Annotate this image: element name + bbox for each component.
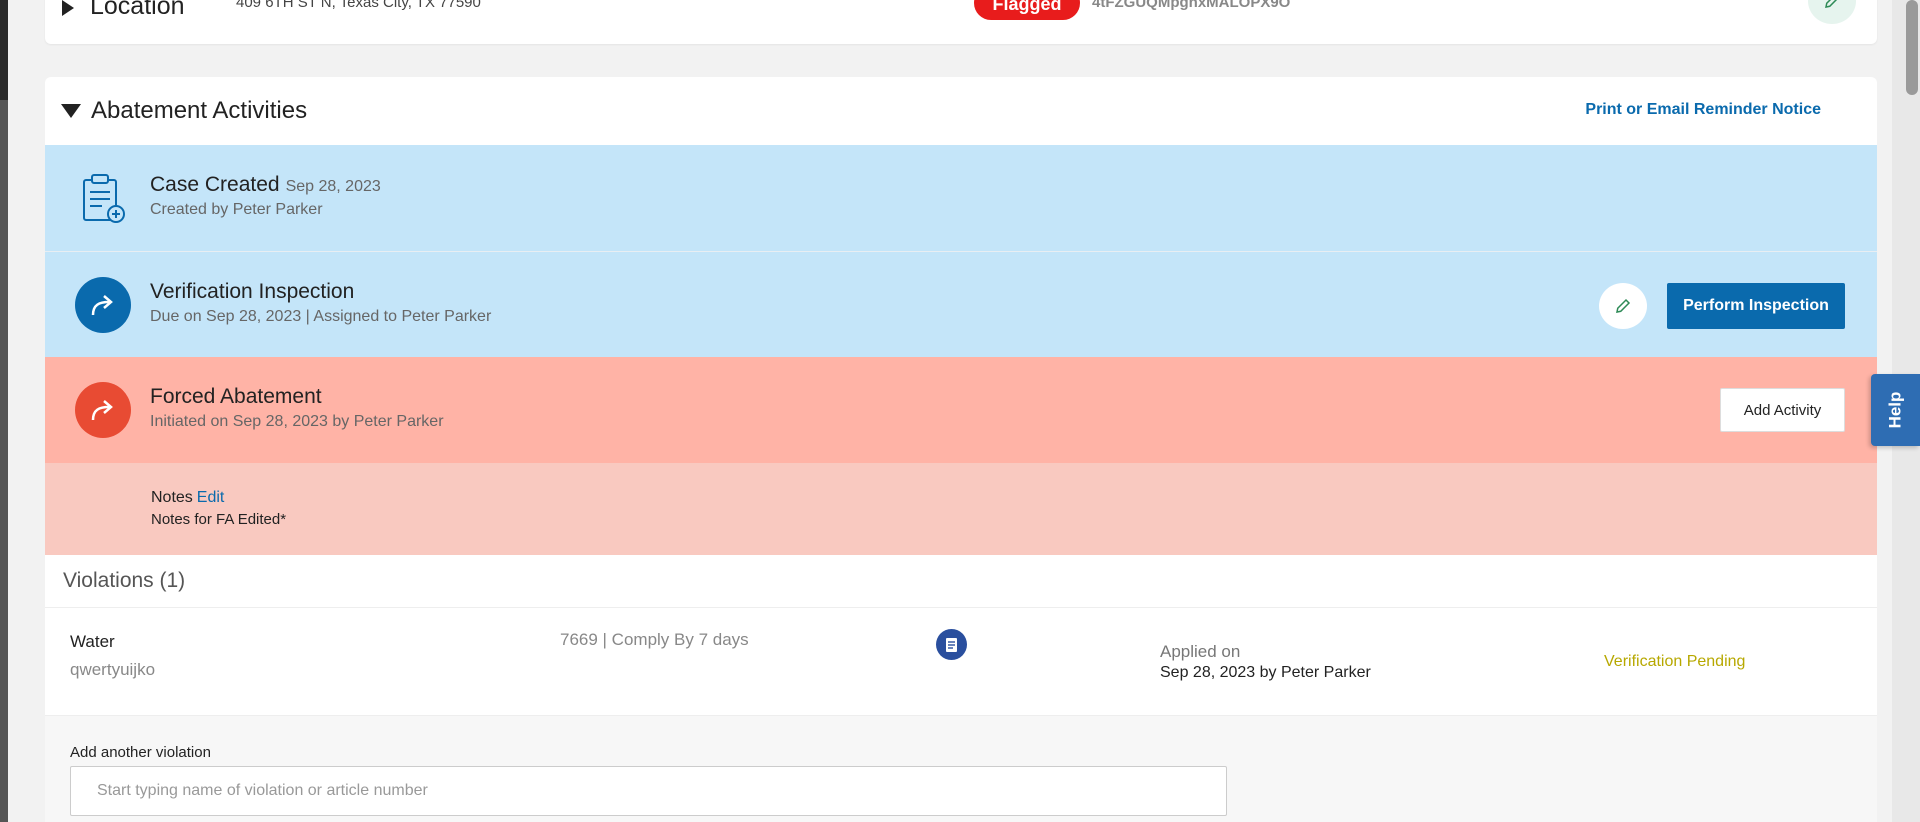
add-activity-button[interactable]: Add Activity	[1720, 388, 1845, 432]
activity-subtitle: Initiated on Sep 28, 2023 by Peter Parke…	[150, 413, 444, 430]
activity-case-created: Case Created Sep 28, 2023 Created by Pete…	[45, 145, 1877, 251]
activity-title-text: Case Created	[150, 173, 280, 196]
perform-inspection-button[interactable]: Perform Inspection	[1667, 283, 1845, 329]
flagged-badge: Flagged	[974, 0, 1080, 20]
collapse-arrow-icon[interactable]	[61, 104, 81, 118]
activity-subtitle: Due on Sep 28, 2023 | Assigned to Peter …	[150, 308, 492, 325]
left-window-edge	[0, 0, 8, 822]
abatement-header: Abatement Activities Print or Email Remi…	[45, 77, 1877, 145]
applied-label: Applied on	[1160, 642, 1241, 661]
forward-arrow-icon	[75, 382, 131, 438]
abatement-card: Abatement Activities Print or Email Remi…	[45, 77, 1877, 822]
print-email-reminder-link[interactable]: Print or Email Reminder Notice	[1585, 101, 1821, 119]
abatement-title: Abatement Activities	[91, 97, 308, 124]
activity-title: Forced Abatement	[150, 385, 322, 408]
activity-subtitle: Created by Peter Parker	[150, 201, 323, 218]
notes-label-text: Notes	[151, 489, 193, 506]
activity-date: Sep 28, 2023	[285, 178, 381, 195]
clipboard-add-icon	[75, 170, 131, 226]
location-address: 409 6TH ST N, Texas City, TX 77590	[236, 0, 481, 11]
forward-arrow-icon	[75, 277, 131, 333]
expand-arrow-icon[interactable]	[62, 0, 74, 16]
activity-title: Verification Inspection	[150, 280, 355, 303]
notes-edit-link[interactable]: Edit	[197, 489, 225, 506]
add-violation-label: Add another violation	[70, 744, 211, 761]
add-violation-input[interactable]	[70, 766, 1227, 816]
violation-code: 7669 | Comply By 7 days	[560, 630, 749, 649]
activity-title: Case Created Sep 28, 2023	[150, 173, 381, 197]
activity-forced-abatement: Forced Abatement Initiated on Sep 28, 20…	[45, 357, 1877, 463]
violation-description: qwertyuijko	[70, 660, 156, 679]
violation-name: Water	[70, 632, 115, 651]
document-icon[interactable]	[936, 629, 967, 660]
scrollbar-thumb[interactable]	[1906, 0, 1918, 95]
edit-activity-button[interactable]	[1599, 283, 1647, 329]
help-button[interactable]: Help	[1871, 374, 1920, 446]
violations-heading: Violations (1)	[63, 569, 186, 592]
notes-text: Notes for FA Edited*	[151, 511, 287, 528]
help-label: Help	[1885, 391, 1905, 429]
notes-section: Notes Edit Notes for FA Edited*	[45, 463, 1877, 555]
pencil-icon	[1825, 0, 1838, 8]
pencil-icon	[1616, 298, 1631, 313]
activity-verification-inspection: Verification Inspection Due on Sep 28, 2…	[45, 252, 1877, 358]
violation-row[interactable]: Water qwertyuijko 7669 | Comply By 7 day…	[45, 607, 1877, 715]
case-code: 4tFZGUQMpghxMALOPX9O	[1092, 0, 1291, 11]
notes-label: Notes Edit	[151, 489, 224, 507]
add-violation-section: Add another violation	[45, 715, 1877, 822]
location-title: Location	[90, 0, 185, 20]
violation-status: Verification Pending	[1604, 653, 1746, 670]
applied-value: Sep 28, 2023 by Peter Parker	[1160, 664, 1371, 681]
